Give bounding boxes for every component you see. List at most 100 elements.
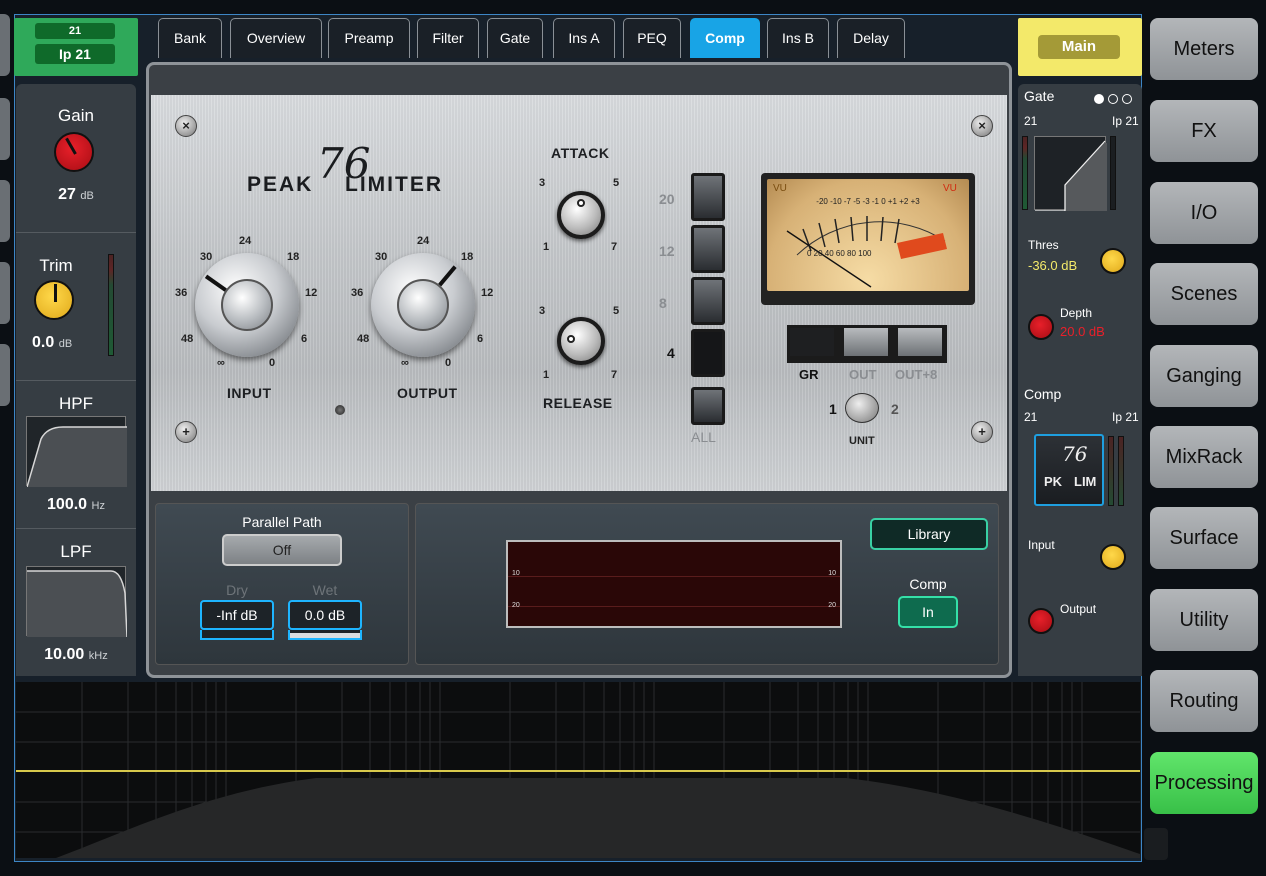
menu-routing[interactable]: Routing: [1150, 670, 1258, 732]
trim-knob[interactable]: [34, 280, 74, 320]
ratio-12-button[interactable]: [691, 225, 725, 273]
lpf-unit: kHz: [88, 650, 108, 662]
lpf-curve-display[interactable]: [26, 566, 128, 638]
scale-label: 12: [481, 287, 494, 299]
scale-label: 36: [175, 287, 188, 299]
scale-label: 30: [200, 251, 213, 263]
edge-button[interactable]: [0, 98, 10, 160]
unit-2-label: 2: [891, 401, 899, 417]
ratio-label: 12: [659, 243, 675, 259]
input-knob[interactable]: [195, 253, 299, 357]
gr-meter-button[interactable]: [787, 325, 837, 359]
input-label: INPUT: [227, 385, 272, 401]
tab-overview[interactable]: Overview: [230, 18, 322, 58]
trim-label: Trim: [39, 256, 73, 275]
menu-mixrack[interactable]: MixRack: [1150, 426, 1258, 488]
edge-button[interactable]: [0, 180, 10, 242]
attack-knob[interactable]: [557, 191, 605, 239]
gate-output-meter: [1110, 136, 1116, 210]
scroll-handle[interactable]: [1144, 828, 1168, 860]
vu-meter: VU VU -20 -10 -7 -5 -3 -1 0 +1 +2 +3 0 2…: [761, 173, 975, 305]
thres-knob[interactable]: [1100, 248, 1126, 274]
thumb-lim: LIM: [1074, 474, 1097, 489]
gr-scale-label: 20: [828, 602, 836, 609]
page-dot-icon: [1094, 94, 1104, 104]
mix-target-header[interactable]: Main: [1018, 18, 1142, 76]
gr-scale-label: 20: [512, 602, 520, 609]
tab-peq[interactable]: PEQ: [623, 18, 681, 58]
trim-value: 0.0: [32, 334, 55, 351]
hpf-curve-display[interactable]: [26, 416, 127, 488]
scale-label: 3: [539, 177, 546, 189]
frequency-response-graph[interactable]: [16, 682, 1140, 858]
comp-meter-left: [1108, 436, 1114, 506]
wet-value[interactable]: 0.0 dB: [288, 600, 362, 630]
menu-fx[interactable]: FX: [1150, 100, 1258, 162]
dry-value[interactable]: -Inf dB: [200, 600, 274, 630]
tab-ins-a[interactable]: Ins A: [553, 18, 615, 58]
scale-label: 24: [239, 235, 252, 247]
comp-in-button[interactable]: In: [898, 596, 958, 628]
comp-output-knob[interactable]: [1028, 608, 1054, 634]
out-meter-button[interactable]: [841, 325, 891, 359]
unit-label: UNIT: [849, 435, 875, 447]
library-button[interactable]: Library: [870, 518, 988, 550]
dry-fader[interactable]: [200, 630, 274, 640]
parallel-path-section: Parallel Path Off Dry Wet -Inf dB 0.0 dB: [155, 503, 409, 665]
scale-label: 5: [613, 305, 620, 317]
page-dot-icon: [1122, 94, 1132, 104]
ratio-all-button[interactable]: [691, 387, 725, 425]
comp-input-knob[interactable]: [1100, 544, 1126, 570]
depth-label: Depth: [1060, 306, 1093, 320]
ratio-4-button[interactable]: [691, 329, 725, 377]
unit-switch[interactable]: [845, 393, 879, 423]
tab-filter[interactable]: Filter: [417, 18, 479, 58]
power-led: [335, 405, 345, 415]
peak-limiter-faceplate: × × + + PEAK 76 LIMITER 30 24 18 36 12 4…: [151, 95, 1007, 491]
menu-meters[interactable]: Meters: [1150, 18, 1258, 80]
out8-meter-button[interactable]: [895, 325, 945, 359]
menu-utility[interactable]: Utility: [1150, 589, 1258, 651]
menu-processing[interactable]: Processing: [1150, 752, 1258, 814]
edge-button[interactable]: [0, 344, 10, 406]
scale-label: 48: [357, 333, 370, 345]
parallel-path-button[interactable]: Off: [222, 534, 342, 566]
tab-bank[interactable]: Bank: [158, 18, 222, 58]
scale-label: 6: [301, 333, 308, 345]
vu-scale-bottom: 0 20 40 60 80 100: [807, 249, 872, 258]
menu-scenes[interactable]: Scenes: [1150, 263, 1258, 325]
ratio-8-button[interactable]: [691, 277, 725, 325]
page-dot-icon: [1108, 94, 1118, 104]
menu-surface[interactable]: Surface: [1150, 507, 1258, 569]
tab-gate[interactable]: Gate: [487, 18, 543, 58]
gain-section: Gain: [16, 106, 136, 126]
tab-preamp[interactable]: Preamp: [328, 18, 410, 58]
channel-selector[interactable]: 21 Ip 21: [14, 18, 138, 76]
gate-curve-display[interactable]: [1034, 136, 1107, 212]
scale-label: 0: [269, 357, 276, 369]
dry-label: Dry: [226, 582, 248, 598]
screw-icon: +: [175, 421, 197, 443]
gain-knob[interactable]: [54, 132, 94, 172]
scale-label: 1: [543, 241, 550, 253]
ratio-label: 8: [659, 295, 667, 311]
wet-fader[interactable]: [288, 630, 362, 640]
lpf-value: 10.00: [44, 646, 85, 663]
scale-label: 18: [461, 251, 474, 263]
scale-label: 12: [305, 287, 318, 299]
menu-io[interactable]: I/O: [1150, 182, 1258, 244]
menu-ganging[interactable]: Ganging: [1150, 345, 1258, 407]
release-knob[interactable]: [557, 317, 605, 365]
depth-knob[interactable]: [1028, 314, 1054, 340]
gain-unit: dB: [80, 190, 94, 202]
comp-plugin-thumbnail[interactable]: 76 PK LIM: [1034, 434, 1104, 506]
output-knob[interactable]: [371, 253, 475, 357]
tab-delay[interactable]: Delay: [837, 18, 905, 58]
tab-ins-b[interactable]: Ins B: [767, 18, 829, 58]
input-meter: [108, 254, 114, 356]
edge-button[interactable]: [0, 14, 10, 76]
comp-channel-name: Ip 21: [1112, 410, 1139, 424]
edge-button[interactable]: [0, 262, 10, 324]
ratio-20-button[interactable]: [691, 173, 725, 221]
tab-comp[interactable]: Comp: [690, 18, 760, 58]
